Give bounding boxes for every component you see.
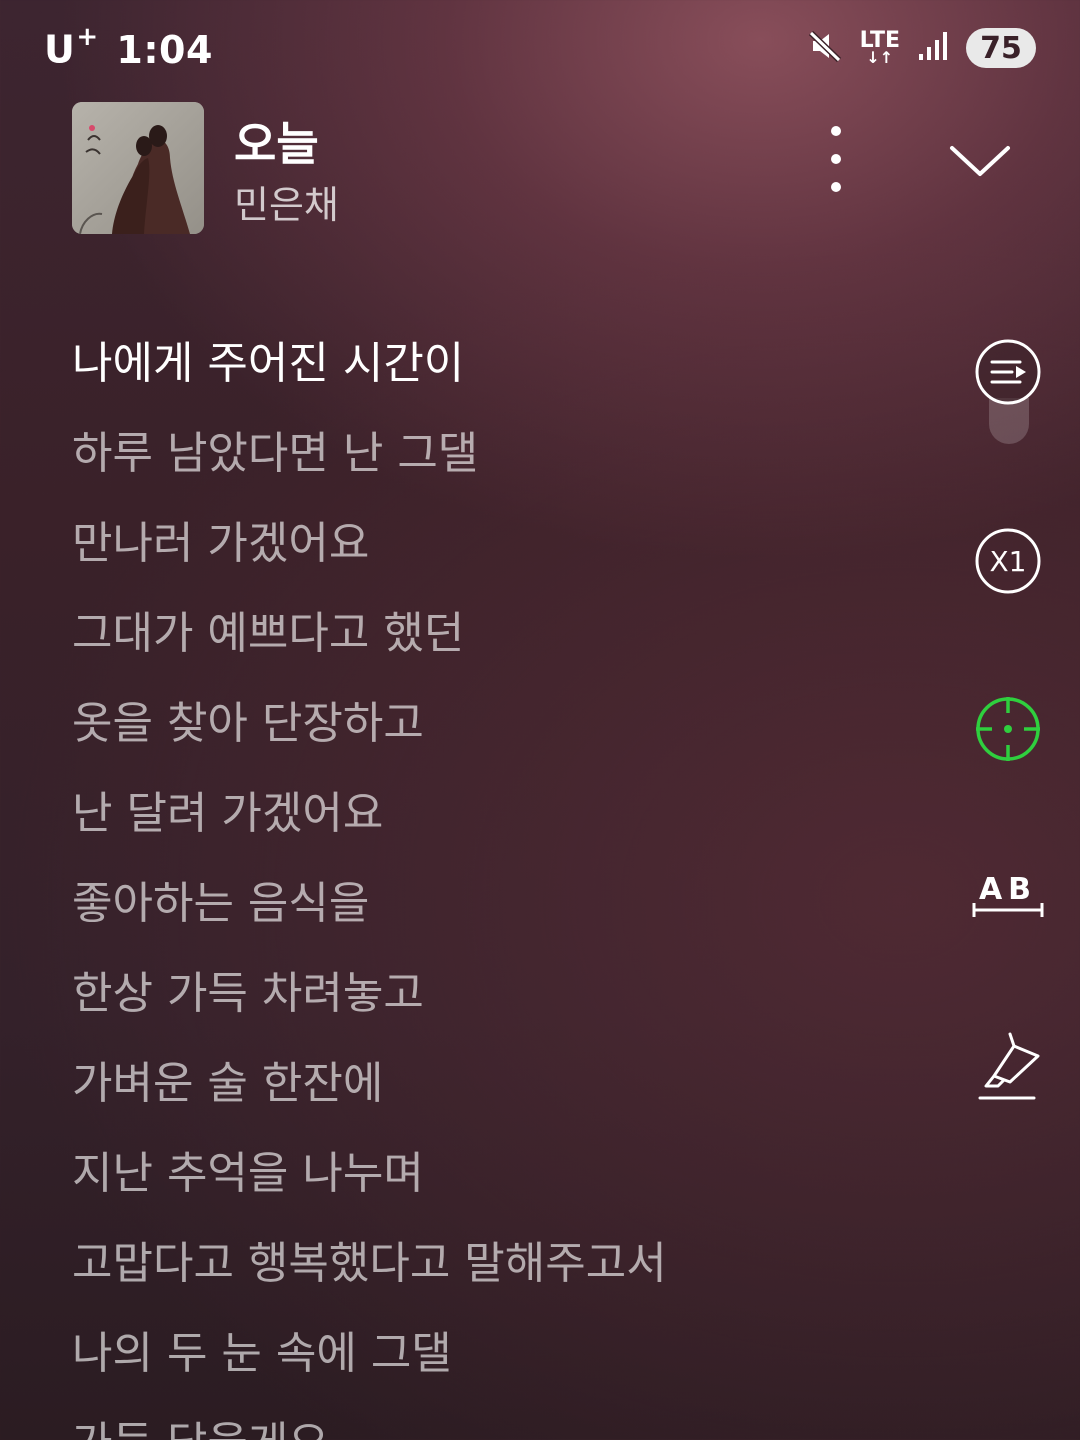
playlist-button[interactable] xyxy=(974,338,1042,406)
lyric-line[interactable]: 난 달려 가겠어요 xyxy=(72,782,932,872)
lyric-line[interactable]: 좋아하는 음식을 xyxy=(72,872,932,962)
album-art[interactable] xyxy=(72,102,204,234)
sync-lyrics-button[interactable] xyxy=(974,695,1042,763)
more-vert-icon xyxy=(831,126,841,136)
carrier-label: U+ 1:04 xyxy=(44,22,213,72)
status-bar: U+ 1:04 LTE ↓↑ 75 xyxy=(0,0,1080,96)
lyric-line[interactable]: 하루 남았다면 난 그댈 xyxy=(72,422,932,512)
playback-speed-button[interactable]: X1 xyxy=(974,527,1042,595)
song-title: 오늘 xyxy=(234,117,319,171)
network-arrows: ↓↑ xyxy=(866,48,894,67)
network-indicator: LTE ↓↑ xyxy=(860,30,900,66)
mute-icon xyxy=(808,29,842,67)
lyric-line[interactable]: 만나러 가겠어요 xyxy=(72,512,932,602)
clock-time: 1:04 xyxy=(116,27,213,72)
playlist-icon xyxy=(975,339,1041,405)
lyric-line[interactable]: 그대가 예쁘다고 했던 xyxy=(72,602,932,692)
collapse-button[interactable] xyxy=(946,134,1014,184)
speed-label: X1 xyxy=(989,544,1027,578)
lyric-line[interactable]: 가벼운 술 한잔에 xyxy=(72,1052,932,1142)
lyric-line[interactable]: 지난 추억을 나누며 xyxy=(72,1142,932,1232)
chevron-down-icon xyxy=(950,146,1010,176)
lyric-line[interactable]: 나의 두 눈 속에 그댈 xyxy=(72,1322,932,1412)
more-options-button[interactable] xyxy=(816,126,856,192)
lyric-line-active[interactable]: 나에게 주어진 시간이 xyxy=(72,332,932,422)
signal-icon xyxy=(918,30,948,66)
lyric-line[interactable]: 한상 가득 차려놓고 xyxy=(72,962,932,1052)
crosshair-sync-icon xyxy=(976,697,1040,761)
lyric-line[interactable]: 고맙다고 행복했다고 말해주고서 xyxy=(72,1232,932,1322)
album-art-image xyxy=(72,102,204,234)
ab-repeat-button[interactable]: AB xyxy=(971,872,1045,922)
lyric-line[interactable]: 가득 담을게요 xyxy=(72,1412,932,1440)
carrier-plus: + xyxy=(76,22,99,52)
status-icons: LTE ↓↑ 75 xyxy=(808,26,1036,70)
highlight-lyrics-button[interactable] xyxy=(974,1028,1046,1104)
battery-indicator: 75 xyxy=(966,28,1036,68)
highlight-pen-icon xyxy=(978,1032,1040,1100)
ab-repeat-icon xyxy=(972,903,1044,917)
lyric-line[interactable]: 옷을 찾아 단장하고 xyxy=(72,692,932,782)
lyrics-list[interactable]: 나에게 주어진 시간이 하루 남았다면 난 그댈 만나러 가겠어요 그대가 예쁘… xyxy=(72,332,932,1440)
artist-name[interactable]: 민은채 xyxy=(234,174,339,229)
carrier-name: U xyxy=(44,27,76,72)
